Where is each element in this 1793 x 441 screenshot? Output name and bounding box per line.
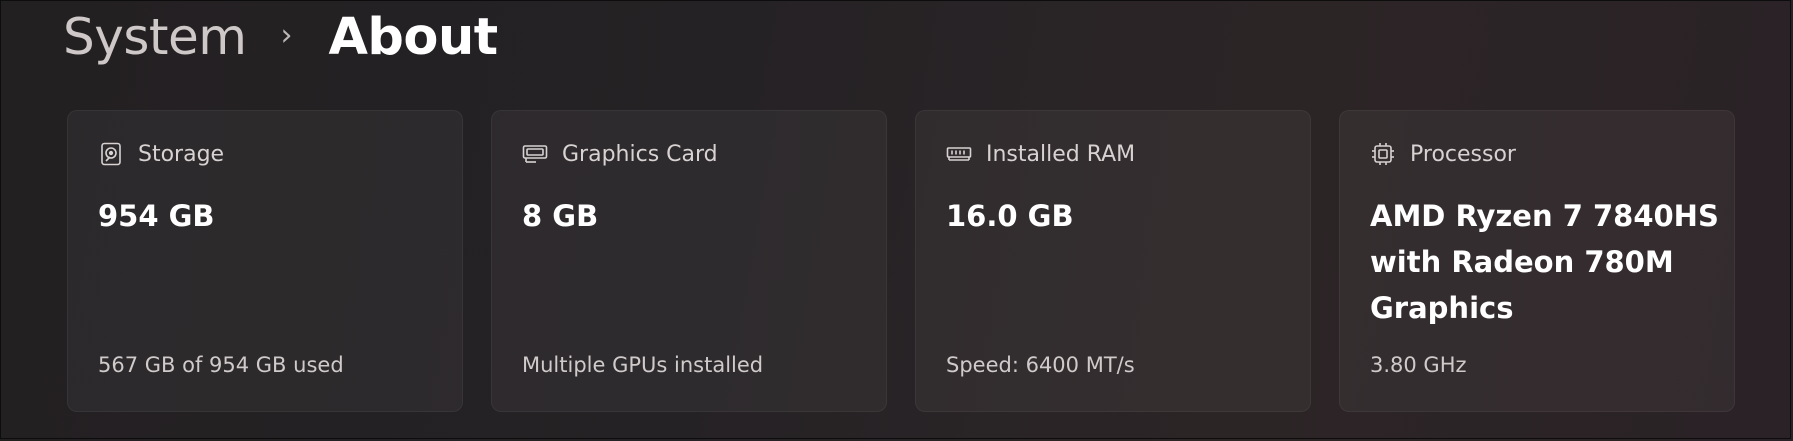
card-title: Processor (1410, 141, 1516, 167)
processor-card[interactable]: Processor AMD Ryzen 7 7840HS with Radeon… (1339, 110, 1735, 412)
card-title: Graphics Card (562, 141, 718, 167)
chevron-right-icon: › (280, 17, 293, 53)
ram-value: 16.0 GB (946, 199, 1074, 233)
graphics-card-value: 8 GB (522, 199, 599, 233)
ram-icon (946, 141, 972, 167)
card-header: Installed RAM (946, 141, 1135, 167)
storage-card[interactable]: Storage 954 GB 567 GB of 954 GB used (67, 110, 463, 412)
card-header: Storage (98, 141, 224, 167)
processor-speed: 3.80 GHz (1370, 353, 1467, 377)
card-header: Graphics Card (522, 141, 718, 167)
storage-drive-icon (98, 141, 124, 167)
storage-value: 954 GB (98, 199, 215, 233)
breadcrumb: System › About (63, 2, 498, 72)
ram-speed: Speed: 6400 MT/s (946, 353, 1135, 377)
card-header: Processor (1370, 141, 1516, 167)
graphics-card-icon (522, 141, 548, 167)
processor-icon (1370, 141, 1396, 167)
breadcrumb-system-link[interactable]: System (63, 8, 247, 66)
page-title: About (328, 7, 498, 67)
graphics-card-card[interactable]: Graphics Card 8 GB Multiple GPUs install… (491, 110, 887, 412)
card-title: Storage (138, 141, 225, 167)
graphics-card-detail: Multiple GPUs installed (522, 353, 764, 377)
storage-usage: 567 GB of 954 GB used (98, 353, 344, 377)
card-title: Installed RAM (986, 141, 1136, 167)
processor-value: AMD Ryzen 7 7840HS with Radeon 780M Grap… (1370, 199, 1719, 325)
ram-card[interactable]: Installed RAM 16.0 GB Speed: 6400 MT/s (915, 110, 1311, 412)
